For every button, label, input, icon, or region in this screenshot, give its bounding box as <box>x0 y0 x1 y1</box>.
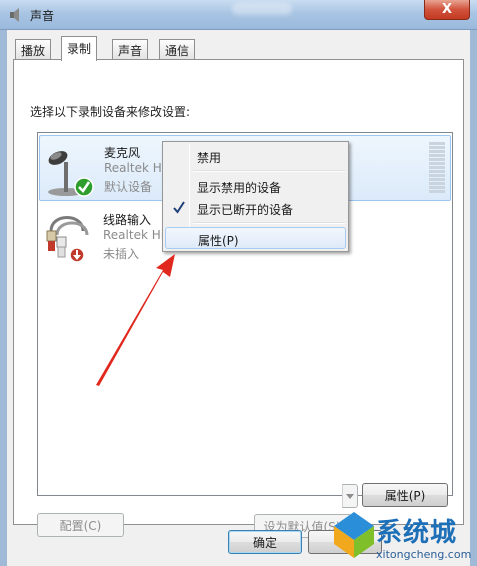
window-title: 声音 <box>30 9 55 23</box>
logo-icon <box>334 512 374 558</box>
context-menu: 禁用 显示禁用的设备 显示已断开的设备 属性(P) <box>162 141 349 252</box>
properties-button[interactable]: 属性(P) <box>362 483 448 507</box>
tab-playback[interactable]: 播放 <box>15 39 52 59</box>
menu-item-show-disabled[interactable]: 显示禁用的设备 <box>165 175 346 197</box>
microphone-icon <box>48 151 94 197</box>
menu-item-properties[interactable]: 属性(P) <box>165 227 346 249</box>
close-icon: X <box>441 2 453 17</box>
menu-separator <box>193 222 345 224</box>
level-meter <box>429 142 445 194</box>
dialog-client: 播放 录制 声音 通信 选择以下录制设备来修改设置: 麦克风 Realtek H… <box>7 30 470 566</box>
title-blur-decoration <box>232 3 292 15</box>
configure-button[interactable]: 配置(C) <box>37 513 124 537</box>
title-bar[interactable]: 声音 X <box>0 0 477 30</box>
menu-separator <box>193 170 345 172</box>
device-status: 默认设备 <box>104 180 153 194</box>
set-default-dropdown[interactable] <box>342 484 358 508</box>
menu-item-disable[interactable]: 禁用 <box>165 145 346 167</box>
rca-cable-icon <box>46 216 89 263</box>
menu-item-show-disconnected[interactable]: 显示已断开的设备 <box>165 197 346 219</box>
chevron-down-icon <box>346 493 354 499</box>
ok-button[interactable]: 确定 <box>228 530 302 554</box>
speaker-icon <box>10 8 19 22</box>
recording-panel: 选择以下录制设备来修改设置: 麦克风 Realtek High Definiti… <box>13 59 464 538</box>
close-button[interactable]: X <box>424 0 470 20</box>
device-name: 麦克风 <box>104 146 141 160</box>
device-status: 未插入 <box>103 247 140 261</box>
tab-sounds[interactable]: 声音 <box>112 39 149 59</box>
checkmark-icon <box>173 201 185 214</box>
instruction-text: 选择以下录制设备来修改设置: <box>30 105 191 119</box>
device-name: 线路输入 <box>103 213 152 227</box>
watermark: 系统城 xitongcheng.com <box>332 506 477 566</box>
watermark-title: 系统城 <box>376 518 458 548</box>
tab-communications[interactable]: 通信 <box>159 39 196 59</box>
watermark-url: xitongcheng.com <box>376 548 472 561</box>
tab-recording[interactable]: 录制 <box>61 36 98 61</box>
